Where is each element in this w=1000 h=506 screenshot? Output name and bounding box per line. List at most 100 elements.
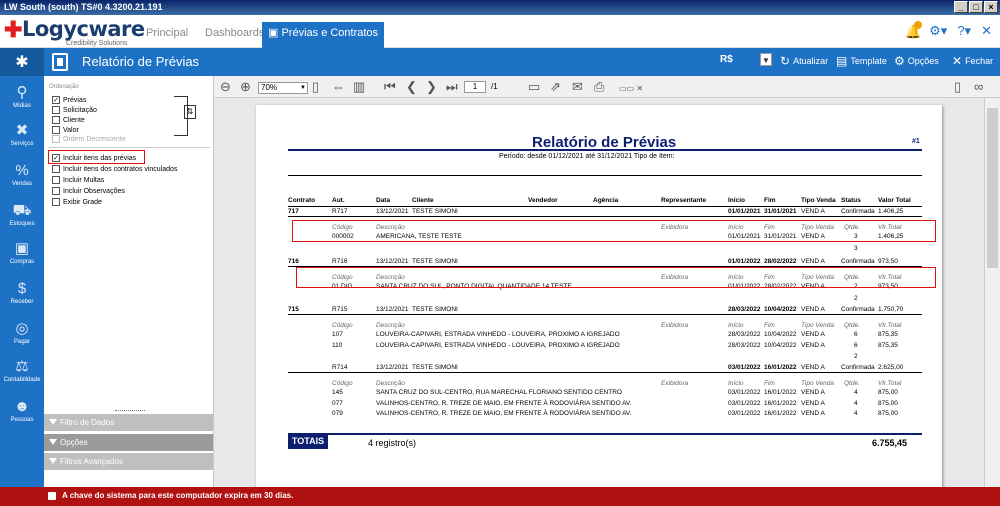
checkbox-box[interactable] <box>52 198 60 206</box>
order-cliente-checkbox[interactable]: Cliente <box>52 116 85 124</box>
column-header-valor: Valor Total <box>878 197 911 204</box>
item-vlr: 875,35 <box>878 341 898 349</box>
checkbox-box[interactable] <box>52 176 60 184</box>
zoom-select[interactable]: 70% <box>258 82 308 94</box>
item-tipo: VEND A <box>801 331 825 338</box>
last-page-icon[interactable]: ⏭ <box>446 80 458 93</box>
sidebar-item-label: Compras <box>9 259 35 265</box>
tab-previas-contratos[interactable]: ▣ Prévias e Contratos <box>262 22 385 48</box>
first-page-icon[interactable]: ⏮ <box>384 80 396 93</box>
order-desc-checkbox[interactable]: Ordem Decrescente <box>52 135 126 143</box>
sort-direction-icon[interactable]: ⇅ <box>184 105 196 119</box>
zoom-in-icon[interactable]: ⊕ <box>240 80 251 93</box>
open-file-icon[interactable]: ▭ <box>528 80 540 93</box>
item-tipo: VEND A <box>801 389 825 396</box>
sidebar-item-vendas[interactable]: % Vendas <box>0 162 44 187</box>
email-icon[interactable]: ✉ <box>572 80 583 93</box>
show-grid-checkbox[interactable]: Exibir Grade <box>52 198 102 206</box>
options-button[interactable]: ⚙ Opções <box>894 54 939 68</box>
refresh-button[interactable]: ↻ Atualizar <box>780 55 828 67</box>
sidebar-item-receber[interactable]: $ Receber <box>0 280 44 305</box>
page-input[interactable]: 1 <box>464 81 486 93</box>
sidebar-item-servicos[interactable]: ✖ Serviços <box>0 122 44 147</box>
item-codigo: 107 <box>332 331 343 338</box>
template-button[interactable]: ▤ Template <box>836 54 887 68</box>
close-app-icon[interactable]: ✕ <box>981 23 992 39</box>
include-fines-checkbox[interactable]: Incluir Multas <box>52 176 104 184</box>
tab-dashboards[interactable]: Dashboards <box>205 23 264 45</box>
record-status: Confirmada <box>841 258 875 265</box>
order-previas-checkbox[interactable]: ✓ Prévias <box>52 96 86 104</box>
currency-select[interactable]: R$ ▼ <box>720 53 772 66</box>
order-valor-checkbox[interactable]: Valor <box>52 126 79 134</box>
checkbox-box[interactable] <box>52 165 60 173</box>
checkbox-box[interactable] <box>52 116 60 124</box>
options-gear-icon: ⚙ <box>894 54 905 68</box>
close-icon: ✕ <box>952 54 963 68</box>
checkbox-box[interactable] <box>52 187 60 195</box>
actual-size-icon[interactable]: ▥ <box>353 80 365 93</box>
accordion-filtro-dados[interactable]: Filtro de Dados <box>44 414 213 431</box>
zoom-out-icon[interactable]: ⊖ <box>220 80 231 93</box>
logo-tagline: Credibility Solutions <box>66 40 128 47</box>
include-notes-checkbox[interactable]: Incluir Observações <box>52 187 125 195</box>
maximize-button[interactable]: □ <box>969 1 983 13</box>
minimize-button[interactable]: _ <box>954 1 968 13</box>
order-solicitacao-checkbox[interactable]: Solicitação <box>52 106 97 114</box>
sidebar-item-midias[interactable]: ⚲ Mídias <box>0 84 44 109</box>
sidebar-item-pessoas[interactable]: ☻ Pessoas <box>0 398 44 423</box>
logo: ✚ Logycware Credibility Solutions <box>4 17 145 47</box>
item-inicio: 03/01/2022 <box>728 389 761 396</box>
document-view-icon[interactable]: ▯ <box>954 80 961 93</box>
record-fim: 16/01/2022 <box>764 364 797 371</box>
include-contract-items-checkbox[interactable]: Incluir itens dos contratos vinculados <box>52 165 177 173</box>
glasses-icon[interactable]: ∞ <box>974 80 983 93</box>
prev-page-icon[interactable]: ❮ <box>406 80 417 93</box>
column-header-status: Status <box>841 197 861 204</box>
template-icon: ▤ <box>836 54 848 68</box>
page-width-icon[interactable]: ⇔ <box>332 80 345 93</box>
help-icon[interactable]: ?▾ <box>957 23 971 39</box>
sidebar-item-compras[interactable]: ▣ Compras <box>0 240 44 265</box>
chevron-down-icon[interactable]: ▼ <box>760 53 772 66</box>
gear-icon[interactable]: ⚙▾ <box>929 23 947 39</box>
accordion-filtros-avancados[interactable]: Filtros Avançados <box>44 453 213 470</box>
report-number: #1 <box>912 138 920 145</box>
close-window-button[interactable]: × <box>984 1 998 13</box>
scrollbar-thumb[interactable] <box>987 108 998 268</box>
next-page-icon[interactable]: ❯ <box>426 80 437 93</box>
checkbox-box[interactable] <box>52 135 60 143</box>
record-cliente: TESTE SIMONI <box>412 364 458 371</box>
tools-icon: ✖ <box>15 122 29 139</box>
app-menu-icon[interactable]: ✱ <box>0 48 44 76</box>
checkbox-box[interactable]: ✓ <box>52 96 60 104</box>
tab-principal[interactable]: Principal <box>146 23 188 45</box>
vertical-scrollbar[interactable] <box>984 98 1000 487</box>
print-icon[interactable]: ⎙ <box>594 80 604 93</box>
window-titlebar: LW South (south) TS#0 4.3200.21.191 _ □ … <box>0 0 1000 15</box>
sidebar-item-label: Mídias <box>13 103 31 109</box>
full-page-icon[interactable]: ▯ <box>312 80 319 93</box>
checkbox-box[interactable] <box>52 126 60 134</box>
record-contrato: 717 <box>288 208 299 215</box>
item-fim: 16/01/2022 <box>764 389 797 396</box>
export-icon[interactable]: ⇗ <box>550 80 561 93</box>
record-tipo: VEND A <box>801 208 825 215</box>
sidebar-item-contabilidade[interactable]: ⚖ Contabilidade <box>0 358 44 383</box>
sidebar-item-estoques[interactable]: ⛟ Estoques <box>0 202 44 227</box>
panel-resize-grip[interactable] <box>115 410 145 413</box>
accordion-opcoes[interactable]: Opções <box>44 434 213 451</box>
item-codigo: 145 <box>332 389 343 396</box>
totals-value: 6.755,45 <box>872 438 908 448</box>
close-report-button[interactable]: ✕ Fechar <box>952 54 993 68</box>
checkbox-box[interactable] <box>52 106 60 114</box>
report-canvas: Relatório de Prévias #1 Período: desde 0… <box>214 98 984 487</box>
coins-icon: ◎ <box>15 320 29 337</box>
notification-bell-icon[interactable]: 🔔 <box>905 21 923 39</box>
checkbox-label: Exibir Grade <box>63 198 102 206</box>
record-tipo: VEND A <box>801 364 825 371</box>
record-cliente: TESTE SIMONI <box>412 306 458 313</box>
settings-close-icon[interactable]: ▭▭ ✕ <box>619 82 643 95</box>
sidebar-item-pagar[interactable]: ◎ Pagar <box>0 320 44 345</box>
sub-header-tipo: Tipo Venda <box>801 322 834 329</box>
